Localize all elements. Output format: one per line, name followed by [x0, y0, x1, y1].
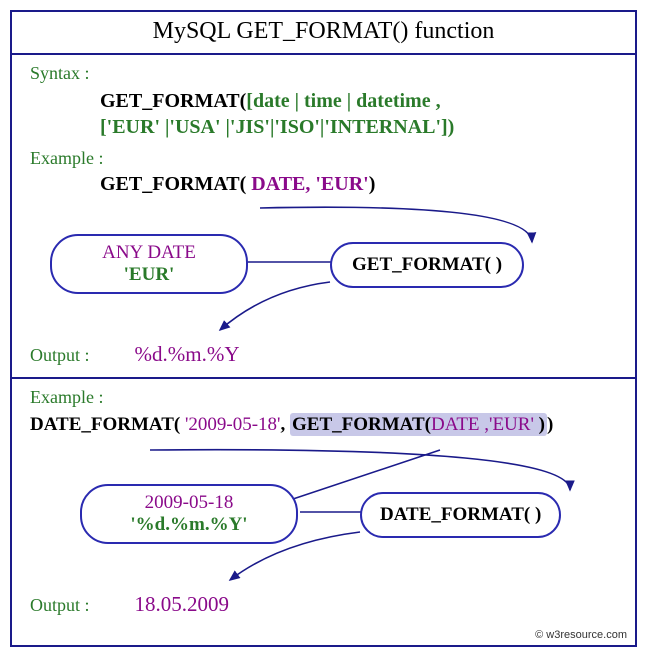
flow-diagram-1: ANY DATE 'EUR' GET_FORMAT( ) [30, 206, 617, 336]
output-label-1: Output : [30, 345, 90, 365]
ex2-inner-func: GET_FORMAT( [292, 414, 431, 435]
example-expr-2: DATE_FORMAT( '2009-05-18', GET_FORMAT(DA… [30, 414, 617, 436]
func-box-1: GET_FORMAT( ) [330, 242, 524, 288]
input1-l2: 'EUR' [72, 264, 226, 286]
ex2-inner-close: ) [539, 414, 545, 435]
example-label-2: Example : [30, 387, 617, 408]
syntax-args2: ['EUR' |'USA' |'JIS'|'ISO'|'INTERNAL']) [100, 116, 454, 138]
example-label-1: Example : [30, 148, 617, 169]
ex2-comma: , [281, 414, 291, 435]
section-2: Example : DATE_FORMAT( '2009-05-18', GET… [12, 379, 635, 627]
input-box-1: ANY DATE 'EUR' [50, 234, 248, 294]
ex2-func: DATE_FORMAT( [30, 414, 185, 435]
syntax-func: GET_FORMAT( [100, 90, 246, 112]
title: MySQL GET_FORMAT() function [12, 12, 635, 55]
output-label-2: Output : [30, 595, 90, 615]
ex1-args: DATE, 'EUR' [251, 173, 368, 195]
diagram-frame: MySQL GET_FORMAT() function Syntax : GET… [10, 10, 637, 647]
output-row-1: Output : %d.%m.%Y [30, 342, 617, 367]
output-value-1: %d.%m.%Y [135, 342, 240, 366]
ex2-inner-args: DATE ,'EUR' [431, 414, 539, 435]
func-box-2: DATE_FORMAT( ) [360, 492, 561, 538]
syntax-block: GET_FORMAT([date | time | datetime , ['E… [100, 88, 617, 140]
input1-l1: ANY DATE [72, 242, 226, 264]
ex2-date: '2009-05-18' [185, 414, 281, 435]
input2-l1: 2009-05-18 [102, 492, 276, 514]
syntax-args1: [date | time | datetime , [246, 90, 440, 112]
ex2-highlight: GET_FORMAT(DATE ,'EUR' ) [290, 413, 547, 436]
ex1-func: GET_FORMAT( [100, 173, 251, 195]
input2-l2: '%d.%m.%Y' [102, 514, 276, 536]
ex2-close: ) [547, 414, 553, 435]
input-box-2: 2009-05-18 '%d.%m.%Y' [80, 484, 298, 544]
output-value-2: 18.05.2009 [135, 592, 230, 616]
flow-diagram-2: 2009-05-18 '%d.%m.%Y' DATE_FORMAT( ) [30, 446, 617, 586]
section-1: Syntax : GET_FORMAT([date | time | datet… [12, 55, 635, 377]
output-row-2: Output : 18.05.2009 [30, 592, 617, 617]
syntax-label: Syntax : [30, 63, 617, 84]
example-expr-1: GET_FORMAT( DATE, 'EUR') [100, 173, 617, 196]
ex1-close: ) [369, 173, 376, 195]
copyright: © w3resource.com [12, 627, 635, 645]
